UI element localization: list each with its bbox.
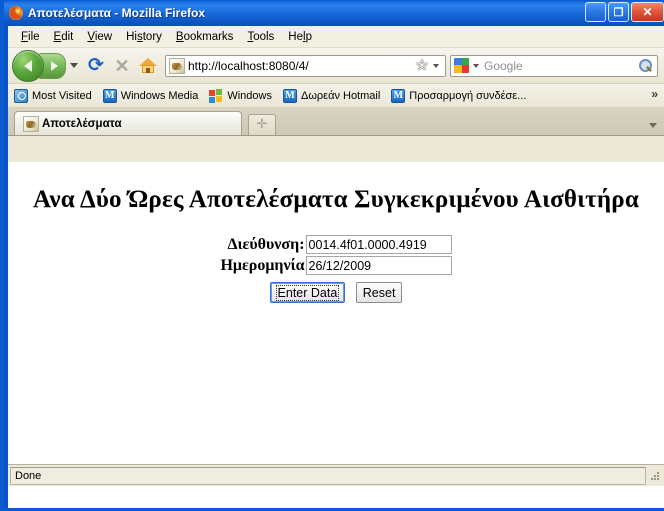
reload-icon: ⟳ bbox=[88, 54, 104, 76]
msn-icon: M bbox=[282, 88, 297, 103]
menu-edit-rest: dit bbox=[61, 30, 74, 43]
plus-icon: ✛ bbox=[256, 117, 268, 132]
form-row-date: Ημερομηνία bbox=[220, 255, 452, 276]
bookmark-most-visited[interactable]: Most Visited bbox=[14, 88, 92, 103]
window-controls: _ ❐ ✕ bbox=[585, 2, 664, 22]
history-dropdown-icon[interactable] bbox=[70, 63, 78, 68]
bookmarks-overflow-icon[interactable]: » bbox=[651, 87, 658, 101]
address-input[interactable] bbox=[305, 235, 452, 254]
title-bar: Αποτελέσματα - Mozilla Firefox _ ❐ ✕ bbox=[4, 0, 664, 26]
browser-chrome: File Edit View History Bookmarks Tools H… bbox=[8, 26, 664, 508]
msn-icon: M bbox=[102, 88, 117, 103]
search-engine-dropdown-icon[interactable] bbox=[473, 63, 479, 68]
menu-edit[interactable]: Edit bbox=[47, 29, 81, 45]
menu-bookmarks-rest: ookmarks bbox=[183, 30, 234, 43]
search-input[interactable]: Google bbox=[484, 59, 637, 73]
status-bar: Done bbox=[8, 464, 664, 486]
tab-list-dropdown-icon[interactable] bbox=[649, 123, 657, 128]
most-visited-icon bbox=[14, 88, 28, 103]
maximize-button[interactable]: ❐ bbox=[608, 2, 629, 22]
msn-icon: M bbox=[391, 88, 406, 103]
menu-bookmarks[interactable]: Bookmarks bbox=[169, 29, 241, 45]
menu-view-rest: iew bbox=[94, 30, 113, 43]
address-label: Διεύθυνση: bbox=[227, 235, 305, 253]
menu-bar: File Edit View History Bookmarks Tools H… bbox=[8, 26, 664, 48]
resize-grip-icon[interactable] bbox=[648, 469, 662, 483]
google-icon bbox=[454, 58, 469, 73]
address-bar[interactable]: http://localhost:8080/4/ ☆ bbox=[165, 54, 446, 77]
bookmark-customize-links[interactable]: M Προσαρμογή συνδέσε... bbox=[391, 88, 527, 103]
bookmark-label: Windows bbox=[227, 89, 272, 102]
address-bar-url: http://localhost:8080/4/ bbox=[188, 58, 309, 73]
date-label: Ημερομηνία bbox=[220, 256, 305, 274]
bookmark-hotmail[interactable]: M Δωρεάν Hotmail bbox=[282, 88, 381, 103]
form-buttons: Enter Data Reset bbox=[220, 276, 451, 303]
menu-file-accel: F bbox=[21, 30, 29, 43]
status-panel: Done bbox=[10, 466, 646, 485]
page-title: Ανα Δύο Ώρες Αποτελέσματα Συγκεκριμένου … bbox=[33, 186, 639, 213]
date-field-cell bbox=[305, 255, 452, 276]
menu-help-rest: p bbox=[305, 30, 312, 43]
sensor-form: Διεύθυνση: Ημερομηνία bbox=[8, 234, 664, 303]
date-input[interactable] bbox=[305, 256, 452, 275]
tab-strip: Αποτελέσματα ✛ bbox=[8, 108, 664, 136]
menu-tools-rest: ools bbox=[253, 30, 275, 43]
search-icon[interactable] bbox=[637, 58, 653, 74]
back-button-icon[interactable] bbox=[12, 49, 44, 82]
firefox-icon bbox=[8, 5, 24, 21]
reset-button[interactable]: Reset bbox=[355, 282, 403, 303]
navigation-toolbar: ⟳ ✕ http://localhost:8080/4/ ☆ Google bbox=[8, 48, 664, 84]
close-icon: ✕ bbox=[642, 5, 653, 19]
bookmark-label: Windows Media bbox=[120, 89, 199, 102]
maximize-icon: ❐ bbox=[613, 6, 624, 19]
close-button[interactable]: ✕ bbox=[631, 2, 664, 22]
home-button[interactable] bbox=[135, 53, 161, 79]
form-row-buttons: Enter Data Reset bbox=[220, 276, 451, 303]
address-field-cell bbox=[305, 234, 452, 255]
menu-history[interactable]: History bbox=[119, 29, 169, 45]
bookmark-windows-media[interactable]: M Windows Media bbox=[102, 88, 199, 103]
minimize-button[interactable]: _ bbox=[585, 2, 606, 22]
form-row-address: Διεύθυνση: bbox=[220, 234, 452, 255]
bookmark-label: Most Visited bbox=[32, 89, 92, 102]
address-dropdown-icon[interactable] bbox=[433, 63, 439, 68]
bookmark-label: Προσαρμογή συνδέσε... bbox=[409, 89, 527, 102]
search-bar[interactable]: Google bbox=[450, 54, 658, 77]
tab-apotelesmata[interactable]: Αποτελέσματα bbox=[14, 111, 242, 135]
back-forward-group bbox=[12, 49, 83, 82]
form-table: Διεύθυνση: Ημερομηνία bbox=[220, 234, 452, 303]
menu-history-pre: Hi bbox=[126, 30, 137, 43]
browser-window: Αποτελέσματα - Mozilla Firefox _ ❐ ✕ Fil… bbox=[0, 0, 664, 511]
bookmarks-toolbar: Most Visited M Windows Media Windows M Δ… bbox=[8, 84, 664, 108]
menu-view-accel: V bbox=[87, 30, 95, 43]
bookmark-star-icon[interactable]: ☆ bbox=[415, 57, 429, 73]
site-favicon-icon bbox=[169, 57, 185, 74]
page-content: Ανα Δύο Ώρες Αποτελέσματα Συγκεκριμένου … bbox=[8, 162, 664, 508]
enter-data-button-label: Enter Data bbox=[275, 284, 340, 301]
tab-label: Αποτελέσματα bbox=[42, 117, 122, 130]
menu-help-pre: He bbox=[288, 30, 303, 43]
enter-data-button[interactable]: Enter Data bbox=[269, 282, 346, 303]
home-icon bbox=[139, 57, 157, 74]
menu-history-rest: tory bbox=[142, 30, 162, 43]
stop-button[interactable]: ✕ bbox=[109, 53, 135, 79]
menu-tools[interactable]: Tools bbox=[240, 29, 281, 45]
bookmark-label: Δωρεάν Hotmail bbox=[300, 89, 381, 102]
menu-file-rest: ile bbox=[28, 30, 40, 43]
windows-flag-icon bbox=[209, 88, 223, 103]
menu-bookmarks-accel: B bbox=[175, 30, 184, 43]
menu-help[interactable]: Help bbox=[281, 29, 319, 45]
new-tab-button[interactable]: ✛ bbox=[248, 114, 276, 135]
menu-view[interactable]: View bbox=[80, 29, 119, 45]
stop-icon: ✕ bbox=[114, 55, 130, 76]
tab-favicon-icon bbox=[23, 115, 39, 132]
status-text: Done bbox=[15, 469, 42, 482]
minimize-icon: _ bbox=[591, 7, 600, 23]
window-title: Αποτελέσματα - Mozilla Firefox bbox=[28, 6, 205, 20]
bookmark-windows[interactable]: Windows bbox=[209, 88, 272, 103]
reload-button[interactable]: ⟳ bbox=[83, 53, 109, 79]
reset-button-label: Reset bbox=[362, 285, 396, 300]
menu-file[interactable]: File bbox=[14, 29, 47, 45]
